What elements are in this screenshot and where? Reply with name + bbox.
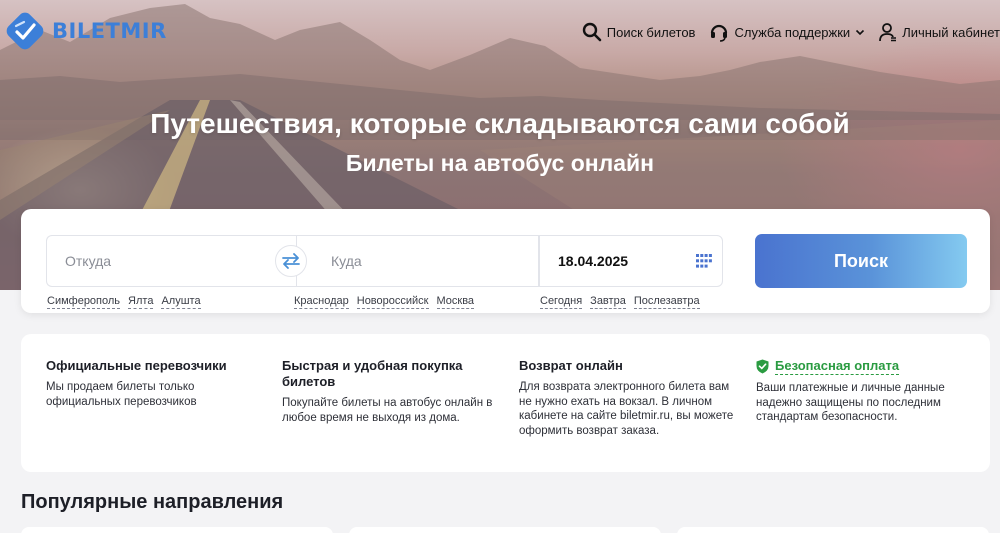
suggestion-date-2[interactable]: Послезавтра	[633, 295, 700, 309]
swap-arrows-icon	[282, 253, 300, 269]
suggestion-from-0[interactable]: Симферополь	[47, 295, 121, 309]
feature-text: Мы продаем билеты только официальных пер…	[46, 381, 197, 408]
nav-account[interactable]: Личный кабинет	[879, 22, 1000, 42]
feature-fast-purchase: Быстрая и удобная покупка билетов Покупа…	[282, 358, 497, 425]
suggestion-from-1[interactable]: Ялта	[128, 295, 154, 309]
date-field[interactable]: 18.04.2025	[539, 235, 723, 287]
nav-account-label: Личный кабинет	[902, 24, 1000, 40]
user-icon	[879, 23, 897, 42]
nav-search-label: Поиск билетов	[606, 24, 696, 40]
feature-secure-payment: Безопасная оплата Ваши платежные и личны…	[756, 358, 971, 425]
chevron-down-icon	[856, 29, 865, 36]
nav-support[interactable]: Служба поддержки	[709, 22, 865, 42]
route-card[interactable]	[21, 527, 333, 533]
top-navigation: Поиск билетов Служба поддержки Личный ка…	[582, 20, 1000, 44]
from-suggestions: Симферополь Ялта Алушта	[47, 295, 201, 309]
hero-subtitle: Билеты на автобус онлайн	[345, 150, 655, 176]
suggestion-date-1[interactable]: Завтра	[590, 295, 626, 309]
to-field[interactable]: Куда	[296, 235, 539, 287]
brand-name: BILETMIR	[52, 19, 167, 43]
secure-payment-link[interactable]: Безопасная оплата	[756, 358, 971, 375]
features-panel: Официальные перевозчики Мы продаем билет…	[21, 334, 990, 472]
search-button[interactable]: Поиск	[755, 234, 967, 288]
hero-title: Путешествия, которые складываются сами с…	[150, 108, 850, 139]
calendar-icon[interactable]	[696, 254, 712, 268]
feature-text: Покупайте билеты на автобус онлайн в люб…	[282, 397, 493, 424]
suggestion-from-2[interactable]: Алушта	[161, 295, 201, 309]
from-field[interactable]: Откуда	[46, 235, 296, 287]
to-suggestions: Краснодар Новороссийск Москва	[294, 295, 475, 309]
suggestion-to-0[interactable]: Краснодар	[294, 295, 349, 309]
from-placeholder: Откуда	[65, 253, 112, 269]
date-value: 18.04.2025	[558, 253, 629, 269]
search-form: Откуда Куда 18.04.2025 Поиск Симферополь…	[21, 209, 990, 313]
to-placeholder: Куда	[331, 253, 362, 269]
popular-routes-title: Популярные направления	[21, 491, 284, 513]
feature-title: Быстрая и удобная покупка билетов	[282, 358, 463, 389]
nav-support-label: Служба поддержки	[734, 24, 851, 40]
popular-routes-list	[21, 527, 990, 533]
route-card[interactable]	[677, 527, 989, 533]
feature-online-refund: Возврат онлайн Для возврата электронного…	[519, 358, 739, 438]
shield-check-icon	[756, 359, 769, 374]
headset-icon	[711, 24, 728, 42]
feature-title: Официальные перевозчики	[46, 358, 227, 373]
brand-logo[interactable]: BILETMIR	[4, 10, 167, 52]
suggestion-to-2[interactable]: Москва	[436, 295, 475, 309]
feature-title: Безопасная оплата	[775, 358, 900, 375]
suggestion-to-1[interactable]: Новороссийск	[356, 295, 429, 309]
search-icon	[582, 22, 602, 42]
route-card[interactable]	[349, 527, 661, 533]
suggestion-date-0[interactable]: Сегодня	[540, 295, 583, 309]
nav-search-tickets[interactable]: Поиск билетов	[582, 22, 696, 42]
logo-icon	[6, 12, 44, 50]
feature-title: Возврат онлайн	[519, 358, 623, 373]
swap-direction-button[interactable]	[275, 245, 307, 277]
feature-text: Для возврата электронного билета вам не …	[519, 381, 734, 437]
date-suggestions: Сегодня Завтра Послезавтра	[540, 295, 700, 309]
feature-text: Ваши платежные и личные данные надежно з…	[756, 382, 945, 423]
feature-official-carriers: Официальные перевозчики Мы продаем билет…	[46, 358, 256, 409]
